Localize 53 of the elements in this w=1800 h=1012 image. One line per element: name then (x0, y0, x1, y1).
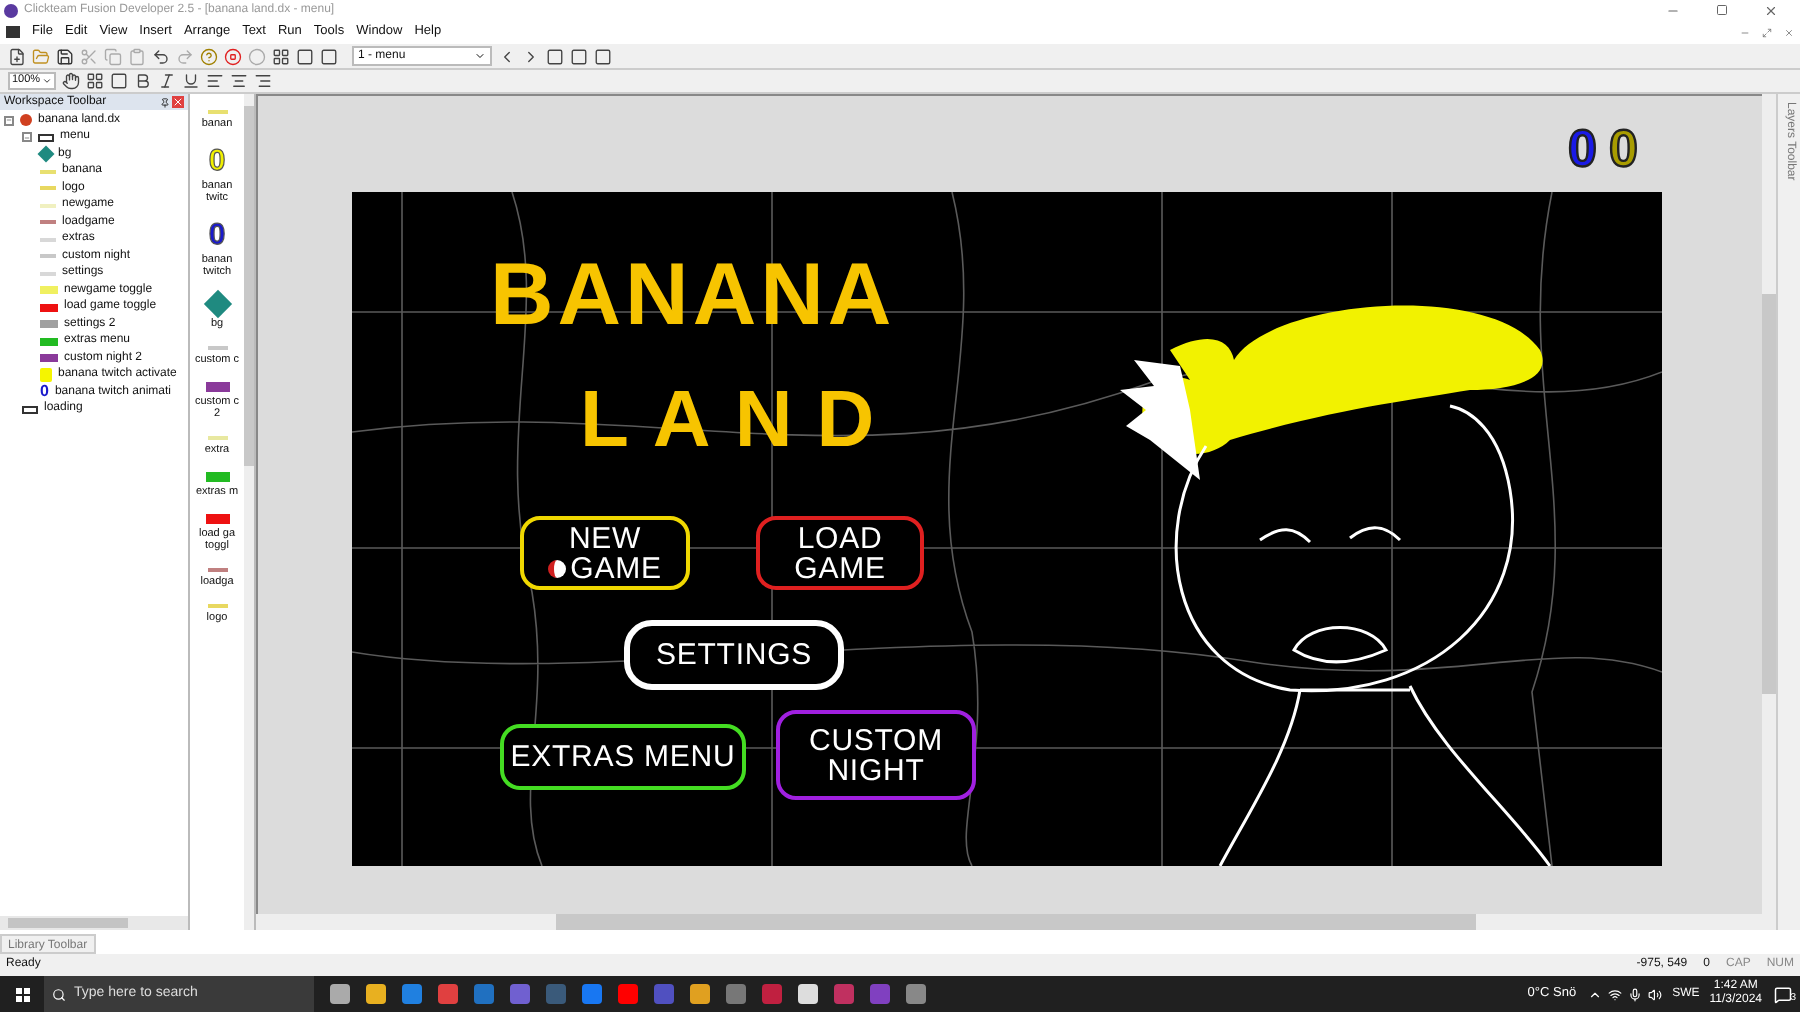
pin-icon[interactable] (160, 97, 170, 107)
counter-object: 0 (1608, 122, 1638, 174)
restore-icon[interactable] (1762, 27, 1772, 37)
undo-icon[interactable] (152, 47, 170, 65)
bold-icon[interactable] (134, 72, 152, 90)
collapse-toggle[interactable] (4, 115, 14, 126)
microphone-icon[interactable] (1628, 987, 1643, 1001)
folder-icon[interactable] (32, 47, 50, 65)
run-icon[interactable] (224, 47, 242, 65)
previous-icon[interactable] (498, 47, 516, 65)
frame-icon (22, 405, 38, 414)
dropdown-icon (42, 76, 52, 86)
italic-icon[interactable] (158, 72, 176, 90)
digit-icon: 0 (208, 146, 226, 176)
restore-icon[interactable] (1716, 4, 1728, 16)
menu-button-object: NEW GAME (520, 516, 690, 590)
close-icon[interactable] (1764, 3, 1778, 17)
scrollbar[interactable] (0, 916, 188, 930)
dropdown-icon (474, 50, 486, 62)
app-logo-icon (4, 3, 18, 17)
logo-object: LAND (580, 380, 899, 460)
new-file-icon[interactable] (8, 47, 26, 65)
grid-icon[interactable] (86, 72, 104, 90)
scrollbar[interactable] (1762, 94, 1776, 914)
search-icon (52, 987, 66, 1001)
frame-icon (38, 133, 54, 142)
notification-icon[interactable] (1774, 985, 1792, 1003)
app-icon (20, 114, 32, 127)
menu-button-object: SETTINGS (624, 620, 844, 690)
network-icon[interactable] (1608, 987, 1623, 1001)
menu-button-object: CUSTOM NIGHT (776, 710, 976, 800)
align-center-icon[interactable] (230, 72, 248, 90)
hand-icon[interactable] (62, 72, 80, 90)
next-icon[interactable] (522, 47, 540, 65)
scrollbar[interactable] (256, 914, 1776, 930)
digit-icon: 0 (40, 384, 49, 401)
underline-icon[interactable] (182, 72, 200, 90)
scrollbar[interactable] (244, 94, 254, 930)
chevron-up-icon[interactable] (1588, 987, 1603, 1001)
digit-icon: 0 (208, 220, 226, 250)
save-icon[interactable] (56, 47, 74, 65)
align-left-icon[interactable] (206, 72, 224, 90)
logo-object: BANANA (490, 252, 896, 340)
counter-object: 0 (1568, 122, 1597, 174)
menu-button-object: EXTRAS MENU (500, 724, 746, 790)
grid-icon[interactable] (272, 47, 290, 65)
align-right-icon[interactable] (254, 72, 272, 90)
collapse-toggle[interactable] (22, 132, 32, 143)
face-icon (548, 559, 567, 577)
frame-icon[interactable] (110, 72, 128, 90)
volume-icon[interactable] (1648, 987, 1663, 1001)
menu-button-object: LOAD GAME (756, 516, 924, 590)
help-icon[interactable] (200, 47, 218, 65)
